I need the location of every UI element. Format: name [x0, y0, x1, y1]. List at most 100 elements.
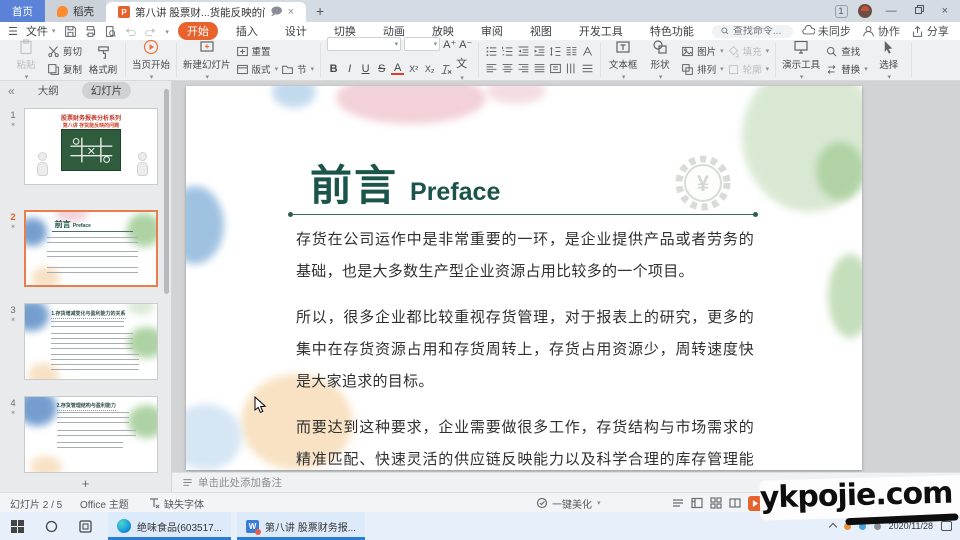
tab-document[interactable]: P 第八讲 股票财...货能反映的问题 🗩 ×	[106, 2, 306, 22]
tab-close-icon[interactable]: ×	[288, 6, 294, 18]
layout-button[interactable]: 版式	[236, 62, 279, 76]
hamburger-icon[interactable]: ☰	[8, 25, 17, 38]
slide-4-thumb[interactable]: 2.存货管理结构与盈利能力	[24, 396, 158, 473]
align-center-icon[interactable]	[501, 62, 514, 75]
add-slide-button[interactable]: +	[0, 475, 171, 492]
share-button[interactable]: 分享	[911, 23, 949, 39]
menu-tab-design[interactable]: 设计	[276, 22, 316, 40]
play-from-current-button[interactable]: 当页开始	[132, 39, 170, 81]
slide-body-text[interactable]: 存货在公司运作中是非常重要的一环，是企业提供产品或者劳务的基础，也是大多数生产型…	[296, 224, 754, 470]
slide-thumbnail-2[interactable]: 2 ✶ 前言 Preface	[2, 210, 167, 287]
sync-status[interactable]: 未同步	[802, 23, 851, 39]
menu-tab-insert[interactable]: 插入	[227, 22, 267, 40]
command-search[interactable]	[712, 25, 793, 38]
menu-tab-view[interactable]: 视图	[521, 22, 561, 40]
italic-button[interactable]: I	[343, 63, 356, 75]
tab-docer[interactable]: 稻壳	[45, 0, 106, 22]
print-icon[interactable]	[84, 25, 97, 38]
slide-3-thumb[interactable]: 1.存货增减变化与盈利能力的关系	[24, 303, 158, 380]
font-size-select[interactable]	[404, 37, 440, 51]
align-left-icon[interactable]	[485, 62, 498, 75]
menu-tab-review[interactable]: 审阅	[472, 22, 512, 40]
subscript-button[interactable]: X₂	[423, 64, 436, 74]
clear-format-icon[interactable]	[439, 63, 452, 76]
superscript-button[interactable]: X²	[407, 64, 420, 74]
slide-editor-area[interactable]: 前言 Preface ¥ 存货在公司运作中是非常重要的一环，是企业提供产品或者劳…	[172, 81, 960, 472]
arrange-button[interactable]: 排列	[681, 62, 724, 76]
text-direction-icon[interactable]	[581, 45, 594, 58]
taskbar-app-edge[interactable]: 绝味食品(603517...	[108, 512, 231, 540]
new-slide-button[interactable]: 新建幻灯片	[183, 39, 231, 81]
bullet-list-icon[interactable]	[485, 45, 498, 58]
menu-tab-special[interactable]: 特色功能	[641, 22, 703, 40]
menu-tab-home[interactable]: 开始	[178, 22, 218, 40]
window-count-badge[interactable]: 1	[835, 5, 848, 18]
text-tool-button[interactable]: 文	[455, 55, 468, 83]
decrease-indent-icon[interactable]	[517, 45, 530, 58]
find-button[interactable]: 查找	[825, 44, 868, 58]
numbered-list-icon[interactable]	[501, 45, 514, 58]
align-right-icon[interactable]	[517, 62, 530, 75]
select-button[interactable]: 选择	[873, 40, 905, 81]
fill-button[interactable]: 填充	[727, 44, 770, 58]
slide-canvas[interactable]: 前言 Preface ¥ 存货在公司运作中是非常重要的一环，是企业提供产品或者劳…	[186, 86, 862, 470]
bold-button[interactable]: B	[327, 63, 340, 75]
customize-toolbar-icon[interactable]	[164, 25, 169, 37]
slide-2-thumb[interactable]: 前言 Preface	[24, 210, 158, 287]
collapse-panel-icon[interactable]: «	[8, 84, 15, 98]
increase-indent-icon[interactable]	[533, 45, 546, 58]
reading-view-icon[interactable]	[729, 497, 741, 509]
slide-thumbnail-3[interactable]: 3 ✶ 1.存货增减变化与盈利能力的关系	[2, 303, 167, 380]
increase-font-icon[interactable]: A⁺	[443, 38, 456, 51]
paste-button[interactable]: 粘贴	[10, 39, 42, 81]
picture-button[interactable]: 图片	[681, 44, 724, 58]
collaborate-button[interactable]: 协作	[862, 23, 900, 39]
justify-icon[interactable]	[533, 62, 546, 75]
notes-view-icon[interactable]	[672, 497, 684, 509]
user-avatar[interactable]	[858, 4, 872, 18]
slide-sorter-icon[interactable]	[710, 497, 722, 509]
theme-name[interactable]: Office 主题	[80, 493, 129, 513]
print-preview-icon[interactable]	[104, 25, 117, 38]
vertical-text-icon[interactable]	[565, 62, 578, 75]
format-painter-button[interactable]: 格式刷	[87, 45, 119, 76]
save-icon[interactable]	[64, 25, 77, 38]
start-button[interactable]	[0, 512, 34, 540]
outline-button[interactable]: 轮廓	[727, 62, 770, 76]
tab-slides[interactable]: 幻灯片	[82, 82, 132, 99]
tab-outline[interactable]: 大纲	[29, 82, 68, 99]
command-search-input[interactable]	[733, 26, 785, 37]
panel-scrollbar[interactable]	[164, 89, 169, 294]
decrease-font-icon[interactable]: A⁻	[459, 38, 472, 51]
font-color-button[interactable]: A	[391, 63, 404, 75]
file-menu[interactable]: 文件	[26, 23, 56, 39]
restore-button[interactable]	[911, 0, 928, 22]
present-tools-button[interactable]: 演示工具	[782, 39, 820, 81]
reset-button[interactable]: 重置	[236, 44, 315, 58]
slide-1-thumb[interactable]: 股票财务报表分析系列 第八讲 存货能反映的问题	[24, 108, 158, 185]
tab-home[interactable]: 首页	[0, 0, 45, 22]
new-tab-button[interactable]: +	[306, 0, 334, 22]
shapes-button[interactable]: 形状	[644, 39, 676, 81]
normal-view-icon[interactable]	[691, 497, 703, 509]
missing-font-warning[interactable]: 缺失字体	[148, 493, 204, 513]
close-button[interactable]: ×	[938, 0, 952, 22]
font-name-select[interactable]	[327, 37, 401, 51]
redo-icon[interactable]	[144, 25, 157, 38]
taskbar-search-button[interactable]	[34, 512, 68, 540]
slide-thumbnail-4[interactable]: 4 ✶ 2.存货管理结构与盈利能力	[2, 396, 167, 473]
distribute-icon[interactable]	[549, 62, 562, 75]
text-box-button[interactable]: 文本框	[607, 39, 639, 81]
line-spacing-icon[interactable]	[549, 45, 562, 58]
slide-title[interactable]: 前言 Preface	[310, 152, 500, 213]
minimize-button[interactable]: —	[882, 0, 901, 22]
task-view-button[interactable]	[68, 512, 102, 540]
copy-button[interactable]: 复制	[47, 62, 82, 76]
beautify-button[interactable]: 一键美化	[536, 493, 601, 513]
replace-button[interactable]: 替换	[825, 62, 868, 76]
undo-icon[interactable]	[124, 25, 137, 38]
underline-button[interactable]: U	[359, 63, 372, 75]
section-button[interactable]: 节	[281, 62, 314, 76]
menu-tab-devtools[interactable]: 开发工具	[570, 22, 632, 40]
columns-icon[interactable]	[565, 45, 578, 58]
